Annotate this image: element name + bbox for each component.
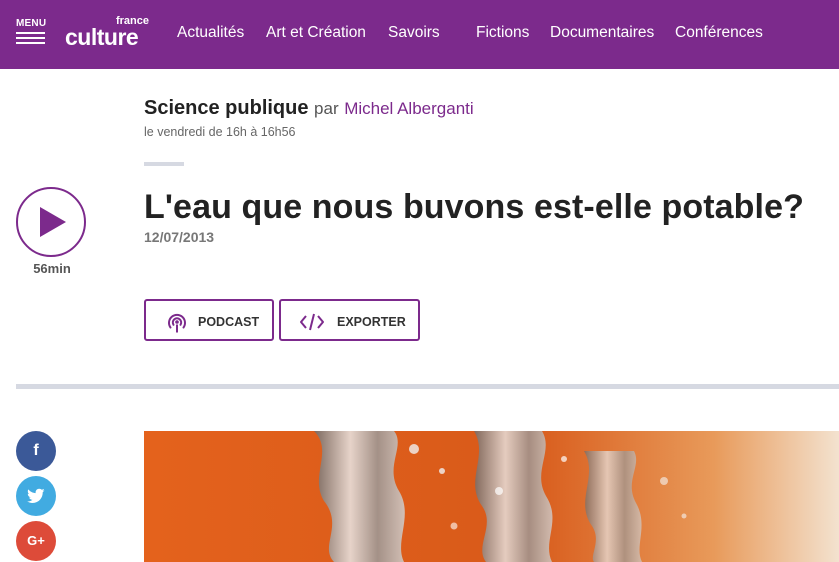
show-schedule: le vendredi de 16h à 16h56 — [144, 125, 296, 139]
twitter-icon — [27, 488, 45, 503]
episode-title: L'eau que nous buvons est-elle potable? — [144, 188, 804, 226]
section-divider — [16, 384, 839, 389]
episode-hero-image — [144, 431, 839, 562]
facebook-share-button[interactable]: f — [16, 431, 56, 471]
googleplus-icon: G+ — [27, 533, 45, 548]
nav-item-documentaires[interactable]: Documentaires — [550, 24, 654, 42]
export-label: EXPORTER — [337, 315, 406, 329]
podcast-button[interactable]: PODCAST — [144, 299, 274, 341]
googleplus-share-button[interactable]: G+ — [16, 521, 56, 561]
nav-item-art-et-creation[interactable]: Art et Création — [266, 24, 366, 42]
code-icon — [300, 313, 324, 331]
nav-item-savoirs[interactable]: Savoirs — [388, 24, 440, 42]
hamburger-icon — [16, 32, 45, 47]
facebook-icon: f — [33, 442, 39, 459]
france-culture-logo[interactable]: france culture — [65, 14, 155, 50]
nav-item-conferences[interactable]: Conférences — [675, 24, 763, 42]
logo-culture-text: culture — [65, 24, 139, 50]
export-button[interactable]: EXPORTER — [279, 299, 420, 341]
menu-label: MENU — [16, 18, 47, 29]
show-author-link[interactable]: Michel Alberganti — [344, 99, 473, 118]
title-separator — [144, 162, 184, 166]
nav-item-fictions[interactable]: Fictions — [476, 24, 529, 42]
menu-button[interactable]: MENU — [16, 18, 46, 46]
top-navigation-bar: MENU france culture Actualités Art et Cr… — [0, 0, 839, 69]
play-icon — [40, 207, 66, 237]
show-title: Science publique par Michel Alberganti — [144, 97, 474, 120]
twitter-share-button[interactable] — [16, 476, 56, 516]
episode-date: 12/07/2013 — [144, 229, 215, 245]
show-name[interactable]: Science publique — [144, 97, 308, 119]
show-by-label: par — [314, 99, 339, 118]
podcast-icon — [168, 313, 186, 333]
water-splash-illustration — [144, 431, 839, 562]
nav-item-actualites[interactable]: Actualités — [177, 24, 244, 42]
play-button[interactable] — [16, 187, 86, 257]
podcast-label: PODCAST — [198, 315, 260, 329]
episode-duration: 56min — [33, 261, 71, 276]
